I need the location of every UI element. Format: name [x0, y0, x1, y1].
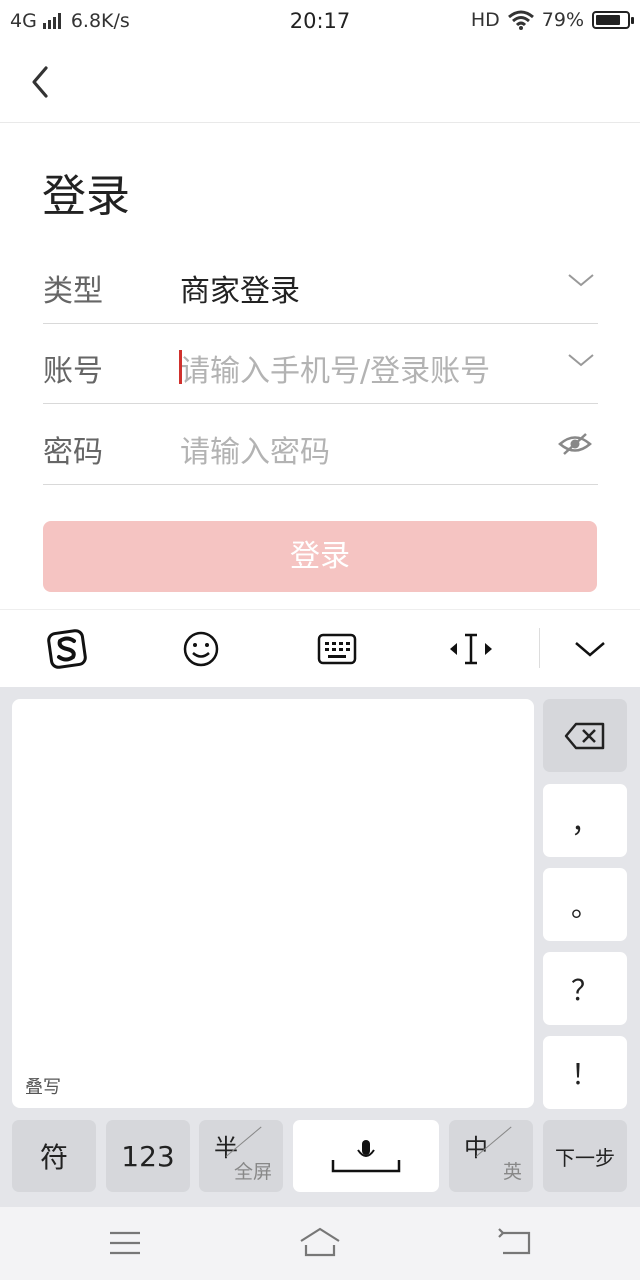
page-title: 登录 [42, 171, 130, 222]
home-icon[interactable] [298, 1223, 342, 1263]
battery-percent: 79% [541, 9, 584, 31]
password-label: 密码 [43, 435, 103, 470]
handwriting-mode-label: 叠写 [25, 1077, 61, 1098]
nav-divider [0, 122, 640, 123]
login-type-row[interactable]: 类型 商家登录 [43, 244, 598, 324]
period-key[interactable]: 。 [543, 868, 627, 941]
half-full-width-key[interactable]: 半 全屏 [199, 1120, 283, 1192]
cursor-move-icon[interactable] [446, 624, 496, 674]
collapse-keyboard-icon[interactable] [565, 624, 615, 674]
toolbar-divider [539, 628, 540, 668]
text-cursor [179, 350, 182, 384]
symbols-key[interactable]: 符 [12, 1120, 96, 1192]
backspace-key[interactable] [543, 699, 627, 772]
type-select[interactable]: 商家登录 [180, 266, 300, 310]
wifi-icon [507, 10, 534, 30]
next-step-key[interactable]: 下一步 [543, 1120, 627, 1192]
chevron-down-icon[interactable] [566, 350, 596, 370]
comma-key[interactable]: ， [543, 784, 627, 857]
menu-icon[interactable] [105, 1223, 145, 1263]
password-row[interactable]: 密码 请输入密码 [43, 405, 598, 485]
back-arrow-icon[interactable] [26, 62, 66, 102]
backspace-icon [564, 722, 605, 749]
status-bar: 4G 6.8K/s 20:17 HD 79% [0, 0, 640, 44]
language-switch-key[interactable]: 中 英 [449, 1120, 533, 1192]
chevron-down-icon[interactable] [566, 270, 596, 290]
back-nav-icon[interactable] [495, 1223, 535, 1263]
full-width-label: 全屏 [233, 1161, 272, 1183]
divider [43, 403, 598, 404]
emoji-icon[interactable] [176, 624, 226, 674]
password-input[interactable]: 请输入密码 [180, 427, 330, 471]
sogou-logo-icon[interactable] [42, 624, 92, 674]
hd-indicator: HD [470, 9, 500, 31]
exclamation-key[interactable]: ！ [543, 1036, 627, 1109]
system-nav-bar [0, 1207, 640, 1280]
account-input[interactable]: 请输入手机号/登录账号 [180, 346, 490, 390]
keyboard-icon[interactable] [312, 624, 362, 674]
divider [43, 484, 598, 485]
space-voice-key[interactable] [293, 1120, 439, 1192]
question-key[interactable]: ？ [543, 952, 627, 1025]
login-button[interactable]: 登录 [43, 521, 597, 592]
english-label: 英 [502, 1161, 522, 1183]
account-label: 账号 [43, 354, 103, 389]
account-row[interactable]: 账号 请输入手机号/登录账号 [43, 324, 598, 404]
keyboard-toolbar [0, 609, 640, 688]
microphone-icon [331, 1140, 401, 1173]
eye-slash-icon[interactable] [558, 431, 592, 457]
battery-icon [592, 11, 634, 29]
numbers-key[interactable]: 123 [106, 1120, 190, 1192]
status-right: HD 79% [470, 9, 634, 31]
handwriting-pad[interactable]: 叠写 [12, 699, 534, 1108]
type-label: 类型 [43, 274, 103, 309]
chinese-label: 中 [464, 1134, 488, 1162]
